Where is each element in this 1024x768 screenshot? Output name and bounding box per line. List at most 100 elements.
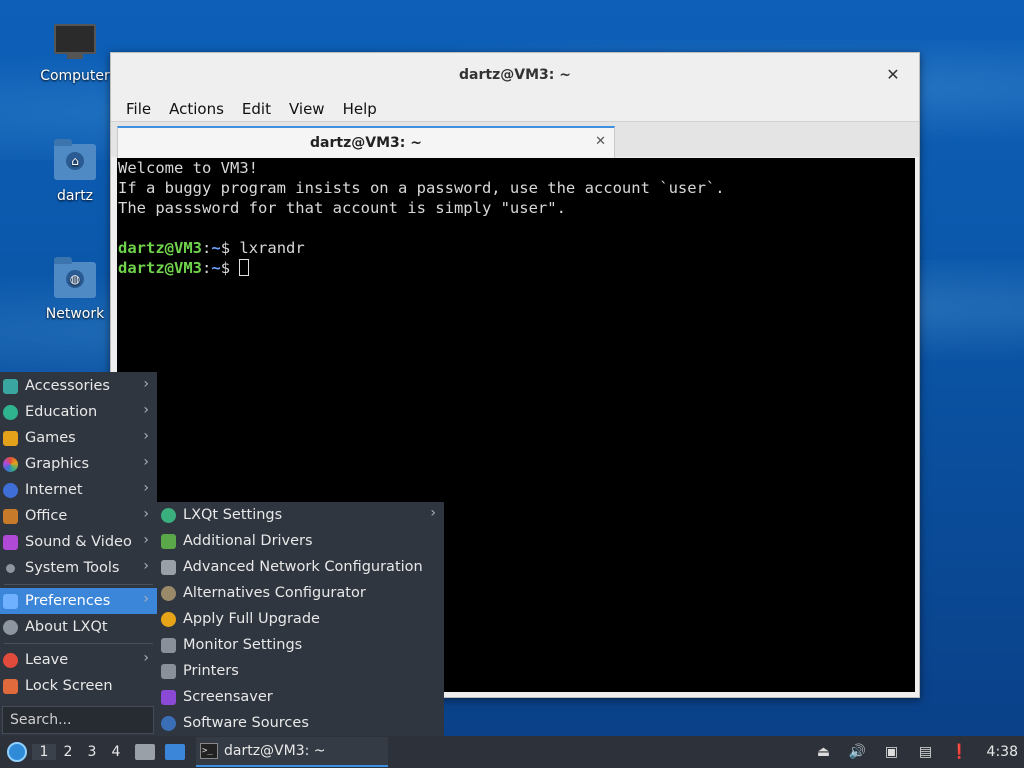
prompt-symbol: $: [220, 259, 231, 277]
menu-item-software-sources[interactable]: Software Sources: [157, 710, 444, 736]
graphics-icon: [3, 457, 18, 472]
menu-item-screensaver[interactable]: Screensaver: [157, 684, 444, 710]
desktop-switch-1[interactable]: 1: [32, 744, 56, 760]
show-desktop-icon: [165, 744, 185, 760]
network-icon[interactable]: ▣: [881, 743, 903, 761]
desktop-icon-label: Network: [45, 306, 105, 322]
menu-item-label: Graphics: [25, 456, 90, 472]
desktop-icon-home[interactable]: ⌂ dartz: [35, 139, 115, 204]
menu-file[interactable]: File: [117, 100, 160, 118]
software-sources-icon: [161, 716, 176, 731]
tab-bar: dartz@VM3: ~ ✕: [111, 121, 919, 158]
preferences-submenu: LXQt Settings › Additional Drivers Advanc…: [157, 502, 444, 736]
clock[interactable]: 4:38: [987, 744, 1018, 760]
menubar: File Actions Edit View Help: [111, 97, 919, 121]
desktop-icon-network[interactable]: ◍ Network: [35, 257, 115, 322]
menu-item-label: Lock Screen: [25, 678, 113, 694]
tab-terminal[interactable]: dartz@VM3: ~ ✕: [117, 126, 615, 158]
menu-help[interactable]: Help: [334, 100, 386, 118]
task-title: dartz@VM3: ~: [224, 743, 326, 759]
terminal-icon: >_: [200, 743, 218, 759]
taskbar-task-terminal[interactable]: >_ dartz@VM3: ~: [196, 737, 388, 767]
terminal-cursor: [239, 259, 250, 276]
volume-icon[interactable]: 🔊: [847, 743, 869, 761]
tab-close-icon[interactable]: ✕: [595, 134, 606, 149]
menu-item-label: Apply Full Upgrade: [183, 611, 320, 627]
menu-item-sound-video[interactable]: Sound & Video ›: [0, 529, 157, 555]
drivers-icon: [161, 534, 176, 549]
prompt-path: ~: [211, 239, 221, 257]
menu-item-advanced-network[interactable]: Advanced Network Configuration: [157, 554, 444, 580]
menu-item-label: Printers: [183, 663, 239, 679]
chevron-right-icon: ›: [143, 454, 149, 470]
menu-view[interactable]: View: [280, 100, 334, 118]
menu-item-label: Internet: [25, 482, 83, 498]
menu-separator: [4, 584, 153, 585]
menu-item-monitor-settings[interactable]: Monitor Settings: [157, 632, 444, 658]
menu-item-label: Education: [25, 404, 98, 420]
accessories-icon: [3, 379, 18, 394]
desktop-switch-3[interactable]: 3: [80, 744, 104, 760]
menu-item-label: Games: [25, 430, 76, 446]
prompt-sep: :: [202, 239, 212, 257]
system-tray: ⏏ 🔊 ▣ ▤ ❗ 4:38: [807, 736, 1024, 768]
close-icon[interactable]: ✕: [883, 65, 903, 85]
prompt-symbol: $: [220, 239, 231, 257]
chevron-right-icon: ›: [430, 505, 436, 521]
menu-item-label: Accessories: [25, 378, 110, 394]
menu-item-lock-screen[interactable]: Lock Screen: [0, 673, 157, 699]
start-button[interactable]: [2, 737, 32, 767]
menu-item-label: Leave: [25, 652, 69, 668]
preferences-icon: [3, 594, 18, 609]
menu-item-leave[interactable]: Leave ›: [0, 647, 157, 673]
menu-item-label: Sound & Video: [25, 534, 132, 550]
chevron-right-icon: ›: [143, 532, 149, 548]
taskbar: 1 2 3 4 >_ dartz@VM3: ~ ⏏ 🔊 ▣ ▤ ❗ 4:38: [0, 736, 1024, 768]
lxqt-logo-icon: [7, 742, 27, 762]
terminal-line: The passsword for that account is simply…: [118, 199, 566, 217]
menu-item-graphics[interactable]: Graphics ›: [0, 451, 157, 477]
menu-item-label: System Tools: [25, 560, 120, 576]
desktop-icon-computer[interactable]: Computer: [35, 24, 115, 84]
menu-item-games[interactable]: Games ›: [0, 425, 157, 451]
window-titlebar[interactable]: dartz@VM3: ~ ✕: [111, 53, 919, 97]
quicklaunch-file-manager[interactable]: [132, 740, 158, 764]
menu-item-apply-full-upgrade[interactable]: Apply Full Upgrade: [157, 606, 444, 632]
menu-item-label: Screensaver: [183, 689, 273, 705]
menu-item-accessories[interactable]: Accessories ›: [0, 373, 157, 399]
menu-item-education[interactable]: Education ›: [0, 399, 157, 425]
menu-item-additional-drivers[interactable]: Additional Drivers: [157, 528, 444, 554]
monitor-icon: [161, 638, 176, 653]
menu-item-internet[interactable]: Internet ›: [0, 477, 157, 503]
menu-search-input[interactable]: Search...: [2, 706, 154, 734]
alternatives-icon: [161, 586, 176, 601]
menu-item-lxqt-settings[interactable]: LXQt Settings ›: [157, 502, 444, 528]
show-desktop-button[interactable]: [162, 740, 188, 764]
menu-edit[interactable]: Edit: [233, 100, 280, 118]
update-notifier-icon[interactable]: ❗: [949, 743, 971, 761]
desktop-switch-4[interactable]: 4: [104, 744, 128, 760]
menu-item-about[interactable]: About LXQt: [0, 614, 157, 640]
menu-item-preferences[interactable]: Preferences ›: [0, 588, 157, 614]
computer-icon: [54, 24, 96, 62]
menu-item-printers[interactable]: Printers: [157, 658, 444, 684]
menu-item-system-tools[interactable]: System Tools ›: [0, 555, 157, 581]
home-folder-icon: ⌂: [54, 139, 96, 182]
menu-item-office[interactable]: Office ›: [0, 503, 157, 529]
menu-item-alternatives[interactable]: Alternatives Configurator: [157, 580, 444, 606]
menu-item-label: Additional Drivers: [183, 533, 313, 549]
desktop-switch-2[interactable]: 2: [56, 744, 80, 760]
chevron-right-icon: ›: [143, 428, 149, 444]
chevron-right-icon: ›: [143, 558, 149, 574]
menu-item-label: Office: [25, 508, 68, 524]
menu-item-label: Alternatives Configurator: [183, 585, 366, 601]
menu-item-label: Software Sources: [183, 715, 309, 731]
tab-title: dartz@VM3: ~: [310, 135, 422, 151]
clipboard-icon[interactable]: ▤: [915, 743, 937, 761]
eject-icon[interactable]: ⏏: [813, 743, 835, 761]
menu-actions[interactable]: Actions: [160, 100, 233, 118]
terminal-line: If a buggy program insists on a password…: [118, 179, 725, 197]
menu-item-label: Monitor Settings: [183, 637, 303, 653]
network-folder-icon: ◍: [54, 257, 96, 300]
prompt-sep: :: [202, 259, 212, 277]
